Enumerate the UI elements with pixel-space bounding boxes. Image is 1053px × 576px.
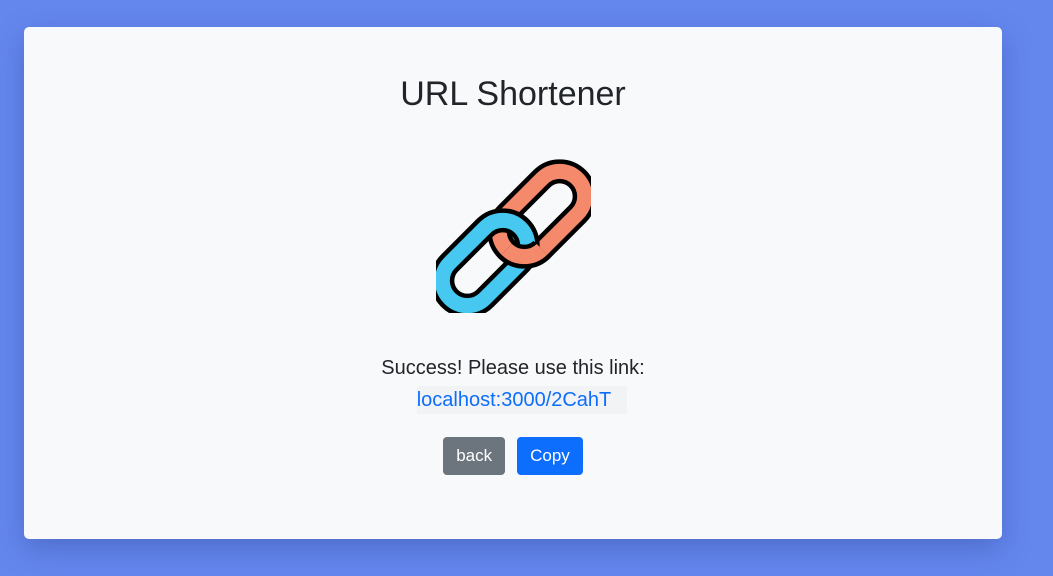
- action-buttons: back Copy: [0, 437, 1026, 475]
- chain-link-icon: [436, 159, 591, 313]
- copy-button[interactable]: Copy: [517, 437, 583, 475]
- page-title: URL Shortener: [400, 75, 626, 113]
- back-button[interactable]: back: [443, 437, 506, 475]
- short-link[interactable]: localhost:3000/2CahT: [416, 386, 628, 414]
- success-message: Success! Please use this link:: [381, 357, 645, 379]
- short-link-container: localhost:3000/2CahT: [0, 386, 1026, 414]
